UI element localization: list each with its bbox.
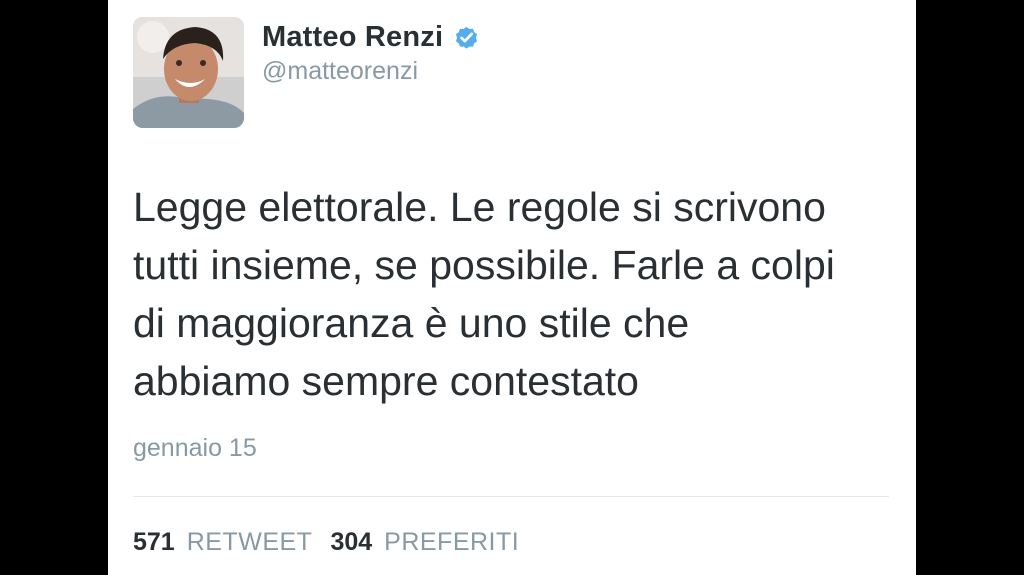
tweet-text-line: di maggioranza è uno stile che xyxy=(133,300,690,346)
tweet-text-line: tutti insieme, se possibile. Farle a col… xyxy=(133,242,835,288)
author-handle[interactable]: @matteorenzi xyxy=(262,57,418,86)
tweet-date[interactable]: gennaio 15 xyxy=(133,434,257,463)
retweet-label: RETWEET xyxy=(186,528,313,556)
favorites-label: PREFERITI xyxy=(384,528,520,556)
screenshot-frame: Matteo Renzi @matteorenzi Legge elettora… xyxy=(0,0,1024,575)
retweet-count: 571 xyxy=(133,528,175,556)
verified-badge-icon xyxy=(456,26,478,49)
tweet-text: Legge elettorale. Le regole si scrivono … xyxy=(133,178,893,410)
retweet-stat[interactable]: 571 RETWEET xyxy=(133,528,312,557)
tweet-stats: 571 RETWEET 304 PREFERITI xyxy=(133,528,519,557)
tweet-text-line: abbiamo sempre contestato xyxy=(133,358,639,404)
favorites-stat[interactable]: 304 PREFERITI xyxy=(330,528,519,557)
tweet-text-line: Legge elettorale. Le regole si scrivono xyxy=(133,184,826,230)
author-name-row[interactable]: Matteo Renzi xyxy=(262,18,480,56)
tweet-card: Matteo Renzi @matteorenzi Legge elettora… xyxy=(108,0,916,575)
favorites-count: 304 xyxy=(330,528,373,556)
author-display-name[interactable]: Matteo Renzi xyxy=(262,21,443,54)
divider xyxy=(133,496,889,497)
profile-photo-icon xyxy=(133,17,244,128)
avatar[interactable] xyxy=(133,17,244,128)
